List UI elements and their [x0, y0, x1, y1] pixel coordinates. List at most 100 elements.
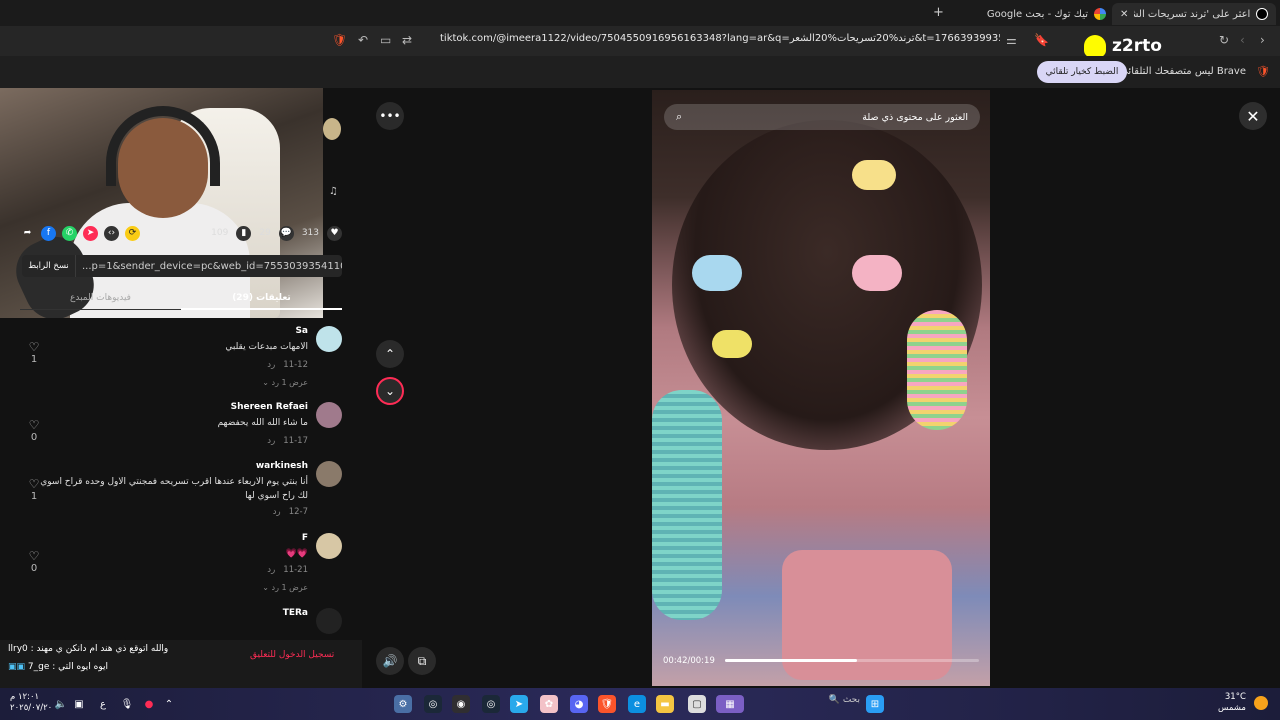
set-default-button[interactable]: الضبط كخيار تلقائي [1037, 61, 1127, 83]
bookmark-icon[interactable]: 🔖 [1034, 33, 1049, 47]
login-to-comment-link[interactable]: تسجيل الدخول للتعليق [250, 650, 334, 660]
comment-item: TERa [20, 608, 342, 638]
close-tab-icon[interactable]: ✕ [1120, 9, 1128, 20]
comment-username[interactable]: TERa [283, 608, 308, 618]
comment-icon[interactable]: 💬 [278, 225, 294, 241]
comment-username[interactable]: Shereen Refaei [231, 402, 308, 412]
forward-icon[interactable]: ‹ [1240, 33, 1245, 47]
tune-icon[interactable]: ⚌ [1006, 33, 1017, 47]
comment-text: ما شاء الله الله يحفضهم [217, 418, 308, 428]
settings-icon[interactable]: ⚙ [394, 695, 412, 713]
weather-widget[interactable]: 31°C مشمس [1218, 692, 1246, 714]
telegram-icon[interactable]: ➤ [510, 695, 528, 713]
copy-link-button[interactable]: نسخ الرابط [22, 255, 76, 277]
language-indicator[interactable]: ع [94, 695, 112, 713]
reply-link[interactable]: رد [267, 565, 275, 575]
avatar[interactable] [316, 326, 342, 352]
brave-shield-icon[interactable]: 🛡 [332, 33, 347, 47]
obs-icon[interactable]: ◉ [452, 695, 470, 713]
stream-chat-overlay: llry0 : والله اتوقع ذي هند ام دانكن ي مه… [0, 640, 362, 688]
tab-comments[interactable]: (29) تعليقات [181, 290, 342, 310]
window-icon[interactable]: ▢ [688, 695, 706, 713]
mic-icon[interactable]: 🎙 [118, 695, 136, 713]
file-explorer-icon[interactable]: ▬ [656, 695, 674, 713]
heart-outline-icon[interactable]: ♡ [24, 549, 44, 563]
comment-username[interactable]: Sa [295, 326, 308, 336]
previous-video-button[interactable]: ⌃ [376, 340, 404, 368]
panel-tabs: فيديوهات المبدع (29) تعليقات [20, 290, 342, 310]
chat-message: llry0 : والله اتوقع ذي هند ام دانكن ي مه… [8, 644, 169, 654]
comment-date: 11-12 رد [267, 360, 308, 370]
reply-link[interactable]: رد [267, 360, 275, 370]
embed-icon[interactable]: ‹› [104, 225, 119, 241]
brave-icon[interactable]: 🛡 [598, 695, 616, 713]
chevron-up-icon[interactable]: ⌃ [160, 695, 178, 713]
back-icon[interactable]: › [1260, 33, 1265, 47]
url-input[interactable]: tiktok.com/@imeera1122/video/75045509169… [440, 33, 1000, 49]
comment-text: 💗💗 [285, 549, 308, 559]
comment-like[interactable]: ♡ 0 [24, 549, 44, 574]
related-search-bar[interactable]: ⌕ العثور على محتوى ذي صلة [664, 104, 980, 130]
game-icon[interactable]: ▦ [716, 695, 744, 713]
comment-like[interactable]: ♡ 1 [24, 340, 44, 365]
video-progress-bar[interactable] [725, 659, 979, 662]
comment-like[interactable]: ♡ 0 [24, 418, 44, 443]
reply-link[interactable]: رد [267, 436, 275, 446]
avatar[interactable] [316, 461, 342, 487]
view-replies-link[interactable]: عرض 1 رد ⌄ [262, 378, 308, 387]
repost-icon[interactable]: ⟳ [125, 225, 140, 241]
speaker-icon[interactable]: 🔈 [52, 695, 70, 713]
tray-app-icon[interactable]: ● [140, 695, 158, 713]
avatar[interactable] [316, 533, 342, 559]
comment-like[interactable]: ♡ 1 [24, 477, 44, 502]
video-frame-bow [852, 160, 896, 190]
wallet-icon[interactable]: ⇄ [402, 33, 412, 47]
steam-icon[interactable]: ◎ [424, 695, 442, 713]
view-replies-link[interactable]: عرض 1 رد ⌄ [262, 583, 308, 592]
comment-username[interactable]: warkinesh [256, 461, 308, 471]
comment-date: 11-21 رد [267, 565, 308, 575]
tab-google-search[interactable]: تيك توك - بحث Google [950, 3, 1106, 25]
comment-username[interactable]: F [302, 533, 308, 543]
new-tab-button[interactable]: + [933, 5, 944, 20]
share-arrow-icon[interactable]: ➦ [20, 226, 35, 241]
video-frame-spring-toy [652, 390, 722, 620]
heart-icon[interactable]: ♥ [327, 225, 342, 241]
app-icon[interactable]: ✿ [540, 695, 558, 713]
windows-start-icon[interactable]: ⊞ [866, 695, 884, 713]
steam-alt-icon[interactable]: ◎ [482, 695, 500, 713]
network-icon[interactable]: ▣ [70, 695, 88, 713]
tab-tiktok-search[interactable]: اعثر على 'ترند تسريحات الشعر' ✕ [1112, 3, 1276, 25]
system-clock[interactable]: ١٢:٠١ م ٢٠٢٥/٠٧/٢٠ [10, 692, 52, 714]
volume-button[interactable]: 🔊 [376, 647, 404, 675]
next-video-button[interactable]: ⌄ [376, 377, 404, 405]
discord-icon[interactable]: ◕ [570, 695, 588, 713]
screen-icon[interactable]: ▭ [380, 33, 391, 47]
facebook-icon[interactable]: f [41, 225, 56, 241]
more-options-button[interactable]: ••• [376, 102, 404, 130]
brave-logo-icon: 🛡 [1256, 65, 1270, 78]
taskbar-search[interactable]: بحث 🔍 [770, 695, 860, 713]
send-icon[interactable]: ➤ [83, 225, 98, 241]
video-player[interactable] [652, 90, 990, 686]
video-progress-fill [725, 659, 858, 662]
comment-date: 12-7 رد [272, 507, 308, 517]
heart-outline-icon[interactable]: ♡ [24, 340, 44, 354]
undo-icon[interactable]: ↶ [358, 33, 368, 47]
pip-button[interactable]: ⧉ [408, 647, 436, 675]
close-video-button[interactable]: ✕ [1239, 102, 1267, 130]
tab-label: اعثر على 'ترند تسريحات الشعر' [1134, 8, 1251, 20]
bookmark-icon[interactable]: ▮ [236, 225, 252, 241]
avatar[interactable] [316, 608, 342, 634]
edge-icon[interactable]: e [628, 695, 646, 713]
reply-link[interactable]: رد [273, 507, 281, 517]
heart-outline-icon[interactable]: ♡ [24, 477, 44, 491]
tab-creator-videos[interactable]: فيديوهات المبدع [20, 290, 181, 310]
heart-outline-icon[interactable]: ♡ [24, 418, 44, 432]
share-link-text[interactable]: ...p=1&sender_device=pc&web_id=755303935… [76, 261, 342, 272]
tab-label: تيك توك - بحث Google [986, 8, 1088, 20]
reload-icon[interactable]: ↻ [1219, 33, 1229, 47]
avatar[interactable] [316, 402, 342, 428]
whatsapp-icon[interactable]: ✆ [62, 225, 77, 241]
author-avatar[interactable] [323, 118, 341, 140]
